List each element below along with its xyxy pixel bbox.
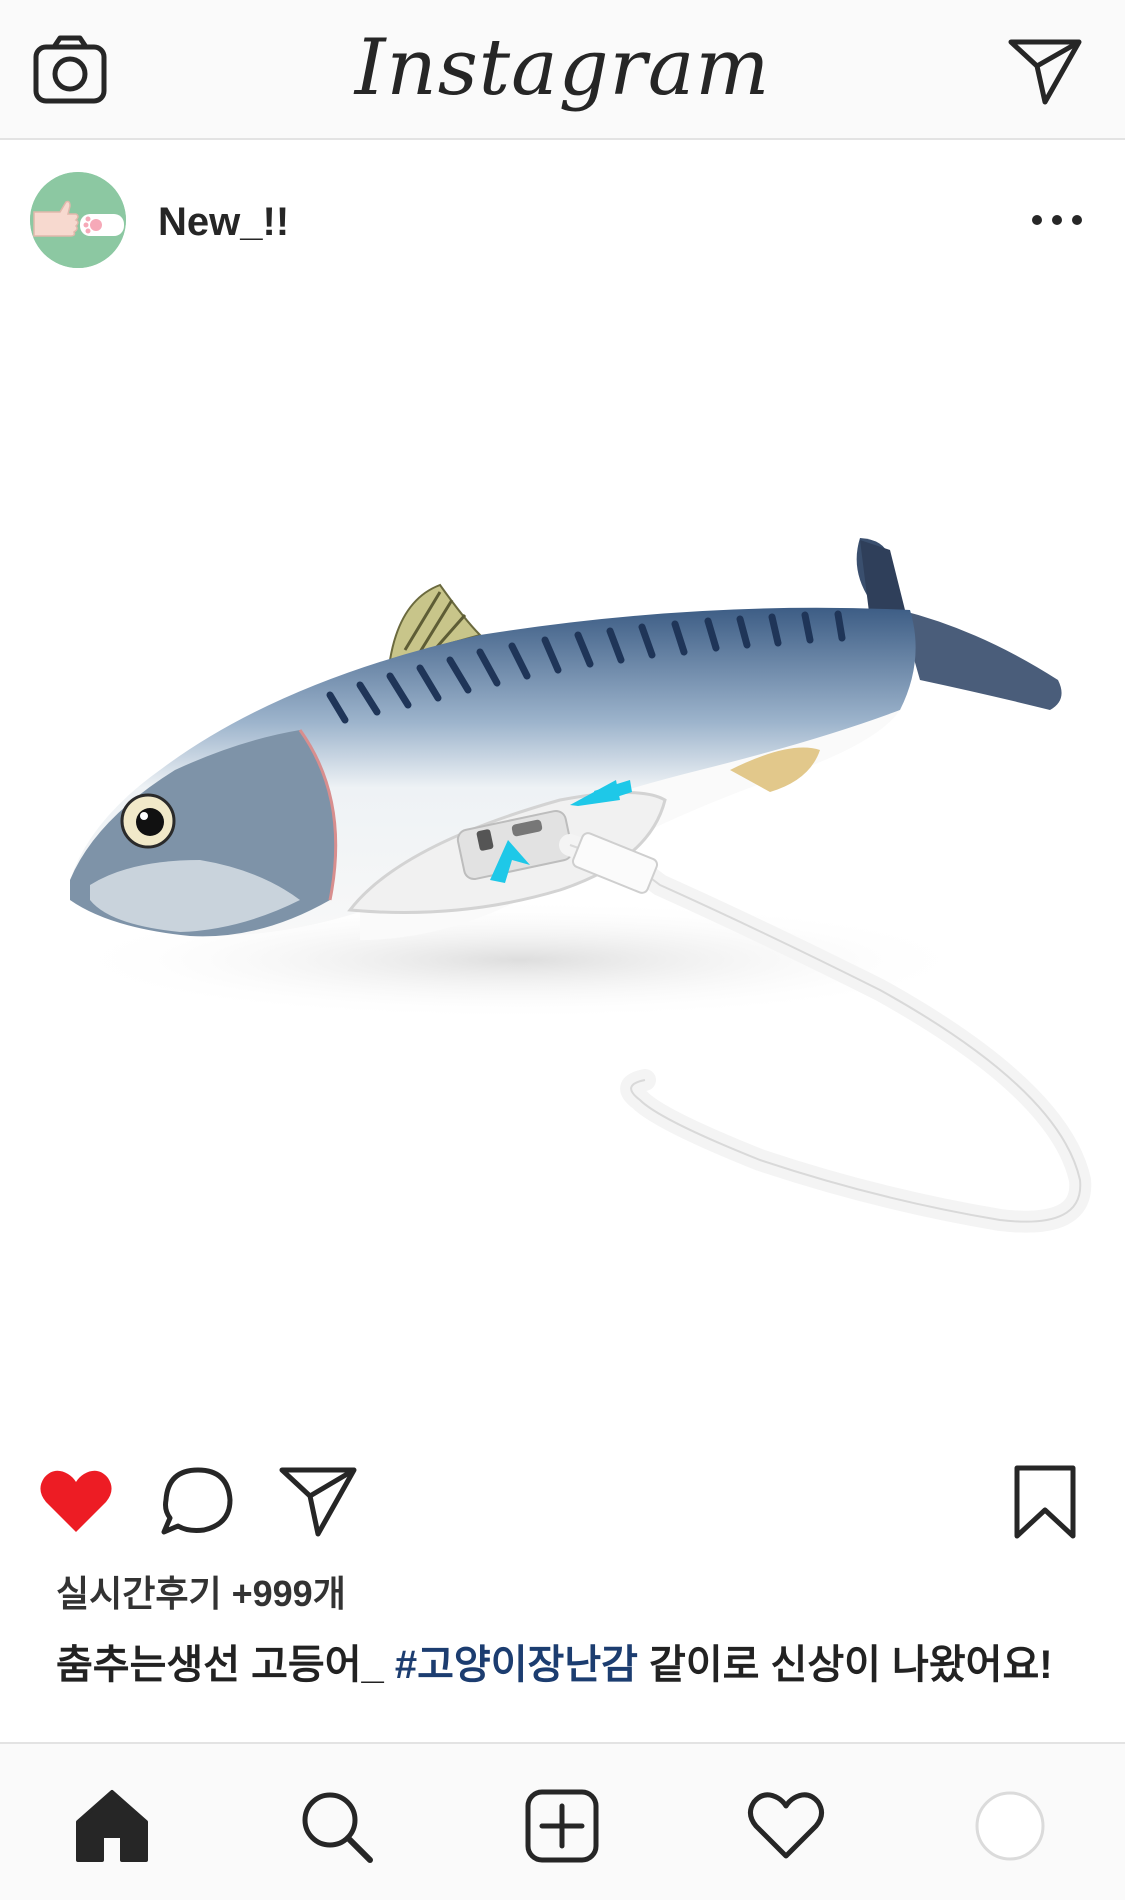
- heart-filled-icon[interactable]: [36, 1462, 116, 1542]
- paper-plane-icon[interactable]: [278, 1462, 358, 1542]
- paper-plane-icon[interactable]: [1007, 36, 1083, 106]
- home-filled-icon[interactable]: [72, 1786, 152, 1866]
- bottom-navigation: [0, 1742, 1125, 1900]
- ellipsis-icon[interactable]: [1029, 198, 1085, 242]
- post-header: New_!!: [0, 140, 1125, 300]
- search-icon[interactable]: [296, 1786, 376, 1866]
- instagram-logo: Instagram: [354, 23, 771, 113]
- heart-outline-icon[interactable]: [746, 1786, 826, 1866]
- hand-and-paw-avatar: [30, 172, 126, 268]
- top-bar: Instagram: [0, 0, 1125, 140]
- avatar[interactable]: [30, 172, 126, 268]
- caption-text: 춤추는생선 고등어_: [56, 1643, 395, 1687]
- comment-icon[interactable]: [158, 1462, 238, 1542]
- post-actions: [0, 1450, 1125, 1550]
- post-username[interactable]: New_!!: [158, 198, 289, 246]
- bookmark-icon[interactable]: [1005, 1462, 1085, 1542]
- review-count: 실시간후기 +999개: [56, 1573, 346, 1614]
- plus-square-icon[interactable]: [522, 1786, 602, 1866]
- caption-hashtag[interactable]: #고양이장난감: [395, 1643, 638, 1687]
- profile-circle-icon[interactable]: [970, 1786, 1050, 1866]
- caption-text-tail: 같이로 신상이 나왔어요!: [637, 1643, 1053, 1687]
- instagram-app: Instagram New_!! 실시간후기 +999개 춤추는생선 고등어_ …: [0, 0, 1125, 1900]
- post-caption: 춤추는생선 고등어_ #고양이장난감 같이로 신상이 나왔어요!: [56, 1640, 1095, 1690]
- mackerel-toy-photo: [60, 538, 1092, 1233]
- post-image[interactable]: [0, 300, 1125, 1425]
